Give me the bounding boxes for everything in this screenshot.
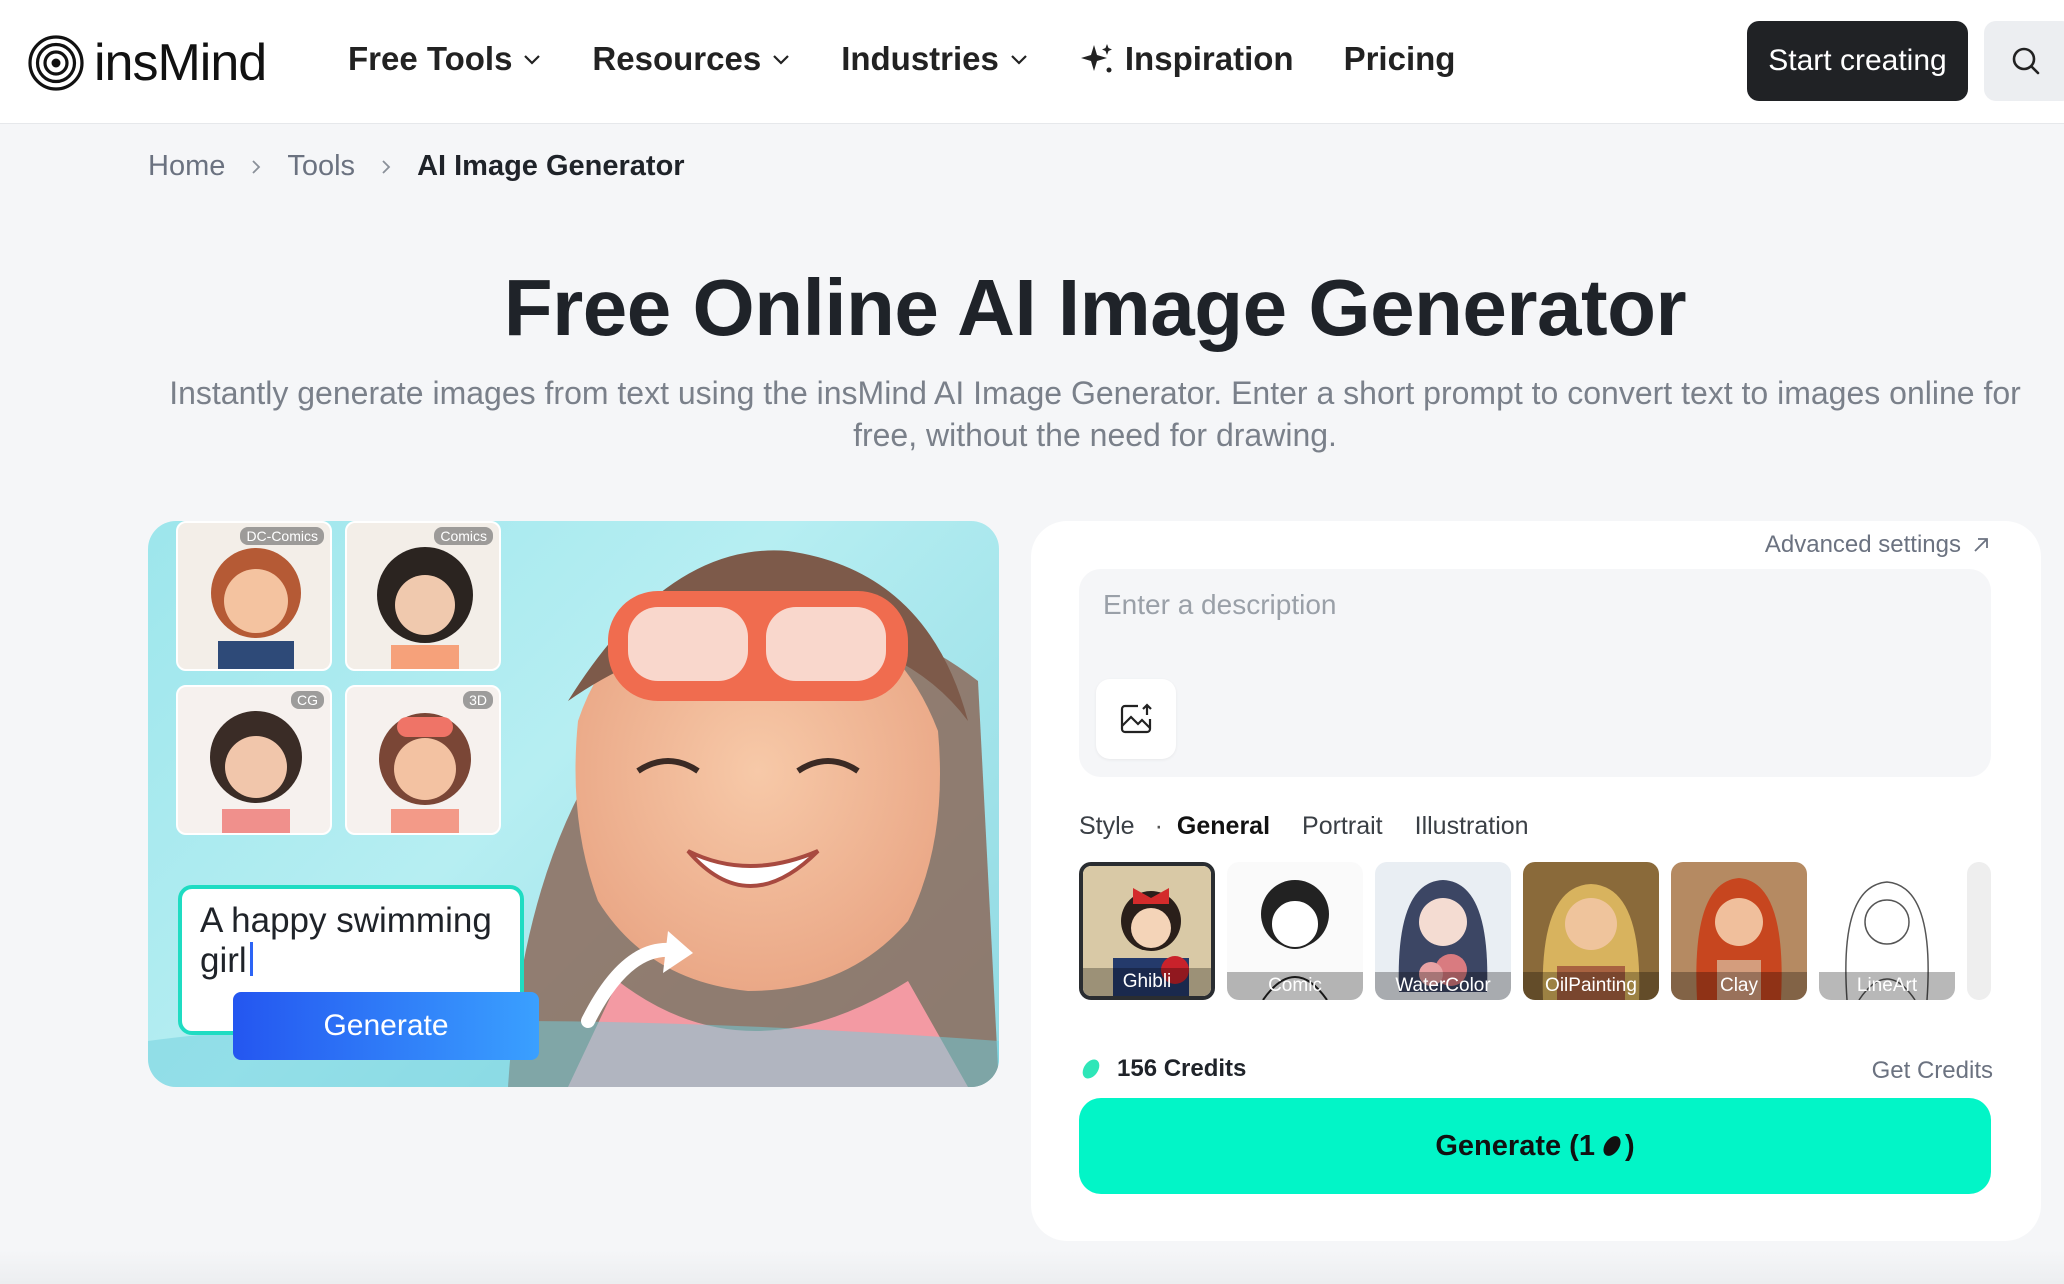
tab-portrait[interactable]: Portrait: [1302, 812, 1383, 841]
arrow-up-right-icon: [1974, 538, 1988, 552]
demo-generate-button: Generate: [233, 992, 539, 1060]
nav-free-tools-label: Free Tools: [348, 40, 513, 77]
insmind-logo[interactable]: insMind: [28, 33, 267, 93]
tab-illustration[interactable]: Illustration: [1415, 812, 1529, 841]
nav-pricing[interactable]: Pricing: [1344, 36, 1456, 82]
chevron-down-icon: [524, 55, 541, 65]
main-nav: Free Tools Resources Industries Inspirat…: [348, 36, 1505, 82]
credits-text: 156 Credits: [1117, 1055, 1247, 1082]
chevron-down-icon: [1011, 55, 1027, 65]
page-subtitle: Instantly generate images from text usin…: [169, 375, 2021, 453]
credit-bean-icon: [1082, 1059, 1100, 1079]
style-card-ghibli[interactable]: Ghibli: [1079, 862, 1215, 1000]
search-button[interactable]: [1984, 21, 2064, 101]
style-example-dc-comics: DC-Comics: [176, 521, 332, 671]
credits-balance: 156 Credits: [1079, 1055, 1246, 1083]
brand-name: insMind: [94, 34, 267, 92]
nav-inspiration[interactable]: Inspiration: [1079, 36, 1294, 82]
thumb-tag: CG: [291, 691, 324, 709]
sparkle-icon: [1080, 44, 1112, 73]
nav-industries-label: Industries: [841, 40, 999, 77]
generator-panel: Advanced settings Style · General Portra…: [1031, 521, 2041, 1241]
demo-illustration: DC-Comics Comics CG 3D A happy swimming …: [148, 521, 999, 1087]
style-card-oilpainting[interactable]: OilPainting: [1523, 862, 1659, 1000]
nav-resources-label: Resources: [592, 40, 762, 77]
style-card-lineart[interactable]: LineArt: [1819, 862, 1955, 1000]
style-card-partial[interactable]: [1967, 862, 1991, 1000]
style-label-oilpainting: OilPainting: [1523, 972, 1659, 1000]
3d-girl-image: [347, 687, 499, 833]
style-label-clay: Clay: [1671, 972, 1807, 1000]
cg-girl-image: [178, 687, 330, 833]
tab-general[interactable]: General: [1177, 812, 1270, 841]
demo-prompt-value: A happy swimming girl: [200, 901, 492, 980]
nav-pricing-label: Pricing: [1343, 40, 1456, 77]
demo-prompt-text: A happy swimming girl: [200, 901, 520, 981]
text-caret: [249, 942, 253, 976]
style-label: Style: [1079, 812, 1135, 840]
search-icon: [2012, 47, 2040, 75]
style-label-ghibli: Ghibli: [1083, 968, 1211, 996]
generate-button[interactable]: Generate (1 ): [1079, 1098, 1991, 1194]
thumb-tag: Comics: [434, 527, 493, 545]
thumb-tag: 3D: [463, 691, 493, 709]
logo-icon: [28, 35, 84, 91]
generate-button-label: Generate (1: [1435, 1129, 1595, 1162]
advanced-settings-link[interactable]: Advanced settings: [1765, 531, 1991, 559]
chevron-right-icon: [382, 159, 391, 174]
style-label-watercolor: WaterColor: [1375, 972, 1511, 1000]
style-example-comics: Comics: [345, 521, 501, 671]
page-title: Free Online AI Image Generator: [503, 263, 1687, 352]
style-label-comic: Comic: [1227, 972, 1363, 1000]
breadcrumb: Home Tools AI Image Generator: [148, 150, 685, 183]
nav-industries[interactable]: Industries: [841, 36, 1029, 82]
style-separator: ·: [1154, 812, 1163, 840]
style-label-lineart: LineArt: [1819, 972, 1955, 1000]
nav-resources[interactable]: Resources: [592, 36, 791, 82]
get-credits-link[interactable]: Get Credits: [1872, 1057, 1993, 1085]
top-navigation-bar: insMind Free Tools Resources Industries …: [0, 0, 2064, 124]
style-card-comic[interactable]: Comic: [1227, 862, 1363, 1000]
breadcrumb-home[interactable]: Home: [148, 150, 225, 183]
image-upload-icon: [1120, 703, 1152, 734]
style-example-cg: CG: [176, 685, 332, 835]
description-box: [1079, 569, 1991, 777]
start-creating-button[interactable]: Start creating: [1747, 21, 1968, 101]
chevron-right-icon: [252, 159, 261, 174]
generate-button-suffix: ): [1624, 1129, 1635, 1162]
style-card-clay[interactable]: Clay: [1671, 862, 1807, 1000]
comics-girl-image: [347, 523, 499, 669]
description-input[interactable]: [1103, 589, 1943, 621]
dc-comics-girl-image: [178, 523, 330, 669]
nav-inspiration-label: Inspiration: [1124, 40, 1294, 77]
advanced-settings-label: Advanced settings: [1764, 531, 1961, 558]
page-bottom-fade: [0, 1250, 2064, 1284]
style-example-3d: 3D: [345, 685, 501, 835]
nav-free-tools[interactable]: Free Tools: [348, 36, 542, 82]
style-carousel: Ghibli Comic WaterColor OilPainting Clay…: [1079, 862, 1991, 1006]
breadcrumb-current: AI Image Generator: [417, 150, 685, 182]
thumb-tag: DC-Comics: [240, 527, 324, 545]
credit-bean-icon: [1603, 1136, 1621, 1156]
style-card-watercolor[interactable]: WaterColor: [1375, 862, 1511, 1000]
chevron-down-icon: [773, 55, 789, 65]
image-upload-button[interactable]: [1096, 679, 1176, 759]
breadcrumb-tools[interactable]: Tools: [287, 150, 355, 183]
style-tabs: Style · General Portrait Illustration: [1079, 812, 1561, 841]
